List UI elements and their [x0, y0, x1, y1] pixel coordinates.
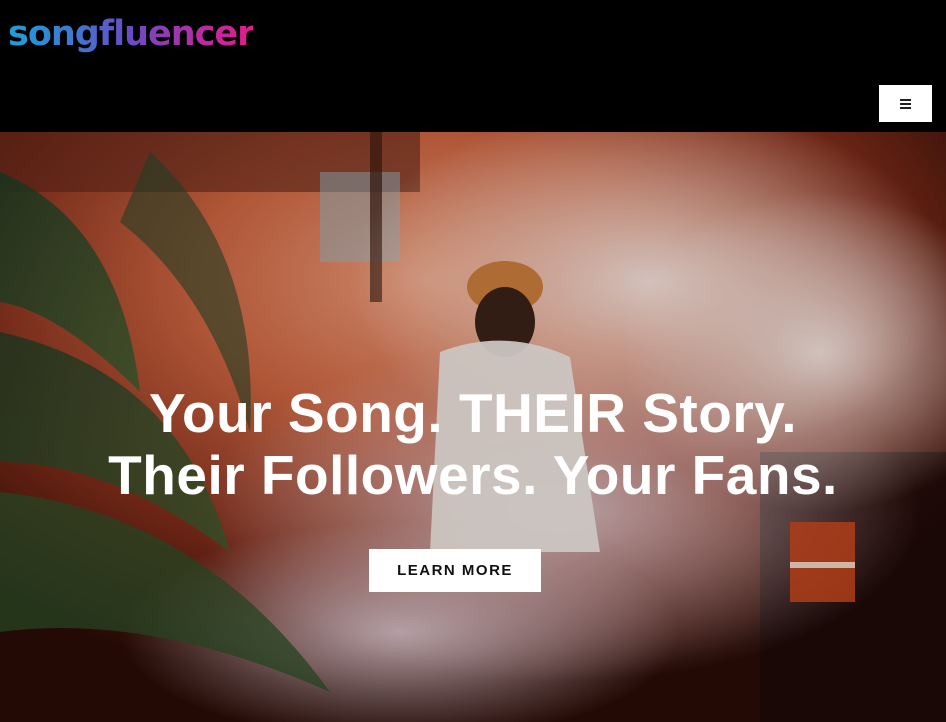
menu-toggle-button[interactable] — [879, 85, 932, 122]
site-header: songfluencer — [0, 0, 946, 132]
hero-text-block: Your Song. THEIR Story. Their Followers.… — [0, 382, 946, 506]
learn-more-button[interactable]: LEARN MORE — [369, 549, 541, 592]
songfluencer-logo[interactable]: songfluencer — [8, 8, 254, 60]
hamburger-menu-icon — [900, 99, 911, 109]
hero-section: Your Song. THEIR Story. Their Followers.… — [0, 132, 946, 722]
hero-headline-line-2: Their Followers. Your Fans. — [108, 444, 838, 506]
hero-headline-line-1: Your Song. THEIR Story. — [148, 382, 798, 444]
